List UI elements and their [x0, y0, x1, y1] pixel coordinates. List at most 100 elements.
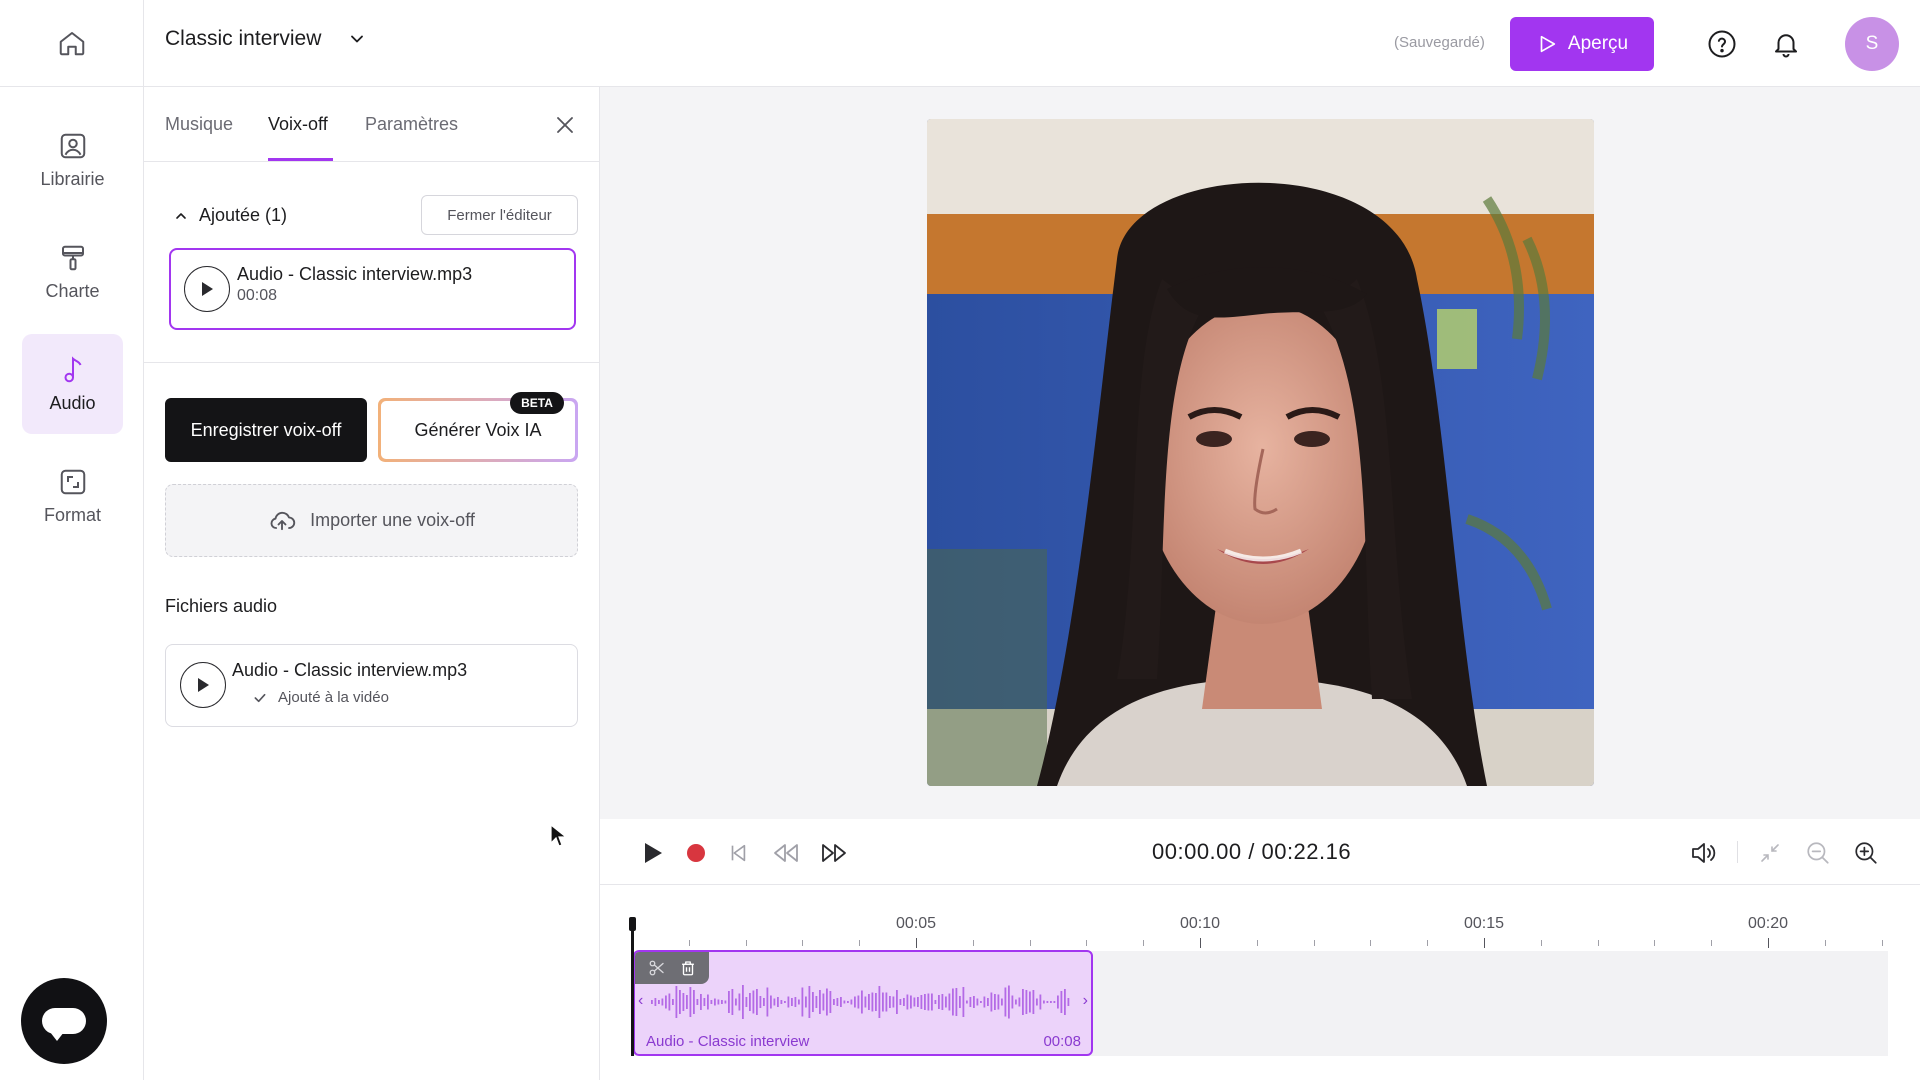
- audio-waveform: [651, 985, 1070, 1019]
- tab-voix-off[interactable]: Voix-off: [268, 114, 328, 135]
- waveform-bar: [714, 998, 716, 1006]
- waveform-bar: [836, 998, 839, 1006]
- waveform-bar: [815, 996, 818, 1008]
- help-button[interactable]: [1702, 24, 1742, 64]
- import-voiceover-dropzone[interactable]: Importer une voix-off: [165, 484, 578, 557]
- waveform-bar: [1057, 995, 1059, 1009]
- waveform-bar: [822, 993, 825, 1011]
- waveform-bar: [759, 996, 762, 1008]
- volume-icon: [1692, 843, 1716, 863]
- beta-badge: BETA: [510, 392, 564, 414]
- image-library-icon: [60, 133, 85, 158]
- tab-musique[interactable]: Musique: [165, 114, 233, 135]
- rail-item-librairie[interactable]: Librairie: [22, 110, 123, 210]
- import-voiceover-label: Importer une voix-off: [310, 510, 475, 530]
- collapse-button[interactable]: [1756, 839, 1784, 867]
- waveform-bar: [808, 986, 811, 1018]
- volume-button[interactable]: [1690, 839, 1718, 867]
- waveform-bar: [973, 996, 975, 1008]
- waveform-bar: [731, 989, 734, 1015]
- waveform-bar: [868, 994, 870, 1010]
- waveform-bar: [721, 1000, 723, 1004]
- close-editor-button[interactable]: Fermer l'éditeur: [421, 195, 578, 235]
- audio-file-item[interactable]: Audio - Classic interview.mp3 Ajouté à l…: [165, 644, 578, 727]
- tick-label: 00:20: [1747, 915, 1789, 932]
- zoom-out-button[interactable]: [1804, 839, 1832, 867]
- clip-trim-right-handle[interactable]: ›: [1083, 992, 1088, 1010]
- record-voiceover-button[interactable]: Enregistrer voix-off: [165, 398, 367, 462]
- rail-item-format[interactable]: Format: [22, 446, 123, 546]
- play-outline-icon: [1540, 35, 1556, 53]
- ruler-tick: [1143, 940, 1144, 946]
- waveform-bar: [878, 986, 881, 1018]
- clip-trim-left-handle[interactable]: ‹: [638, 992, 643, 1010]
- section-divider: [144, 362, 600, 363]
- waveform-bar: [749, 993, 751, 1011]
- ruler-tick: [1541, 940, 1542, 946]
- split-clip-button[interactable]: [644, 955, 670, 981]
- waveform-bar: [934, 1000, 937, 1004]
- added-section-toggle[interactable]: Ajoutée (1): [173, 205, 287, 226]
- delete-clip-button[interactable]: [675, 955, 701, 981]
- ruler-tick: [1598, 940, 1599, 946]
- cloud-upload-icon: [270, 511, 296, 530]
- waveform-bar: [927, 993, 930, 1011]
- waveform-bar: [668, 993, 671, 1011]
- waveform-bar: [717, 999, 720, 1005]
- close-panel-button[interactable]: [549, 109, 581, 141]
- record-button[interactable]: [682, 839, 710, 867]
- play-audio-button[interactable]: [180, 662, 226, 708]
- rail-item-charte[interactable]: Charte: [22, 222, 123, 322]
- waveform-bar: [696, 999, 699, 1005]
- clip-name: Audio - Classic interview: [646, 1033, 810, 1050]
- tab-parametres[interactable]: Paramètres: [365, 114, 458, 135]
- waveform-bar: [941, 994, 944, 1010]
- ruler-tick: [1484, 938, 1485, 948]
- added-audio-card[interactable]: Audio - Classic interview.mp3 00:08: [169, 248, 576, 330]
- waveform-bar: [1022, 989, 1024, 1015]
- support-chat-button[interactable]: [21, 978, 107, 1064]
- waveform-bar: [735, 998, 737, 1006]
- waveform-bar: [756, 989, 758, 1015]
- playhead[interactable]: [631, 917, 634, 1056]
- audio-file-status: Ajouté à la vidéo: [278, 689, 389, 706]
- zoom-in-button[interactable]: [1852, 839, 1880, 867]
- waveform-bar: [1064, 989, 1066, 1015]
- paint-roller-icon: [61, 245, 84, 270]
- project-selector[interactable]: Classic interview: [165, 27, 367, 51]
- waveform-bar: [1067, 998, 1070, 1006]
- aspect-ratio-icon: [60, 469, 85, 494]
- time-ruler[interactable]: 00:05 00:10 00:15 00:20: [632, 885, 1888, 950]
- waveform-bar: [952, 988, 954, 1016]
- skip-to-start-button[interactable]: [724, 839, 752, 867]
- waveform-bar: [710, 1000, 713, 1004]
- waveform-bar: [689, 987, 692, 1017]
- chat-icon: [42, 1008, 86, 1041]
- rewind-button[interactable]: [772, 839, 800, 867]
- waveform-bar: [728, 991, 730, 1013]
- waveform-bar: [990, 992, 993, 1012]
- rail-item-audio[interactable]: Audio: [22, 334, 123, 434]
- chevron-down-icon: [351, 35, 364, 43]
- avatar[interactable]: S: [1845, 17, 1899, 71]
- waveform-bar: [798, 999, 800, 1005]
- waveform-bar: [889, 996, 891, 1008]
- waveform-bar: [791, 998, 793, 1006]
- notifications-button[interactable]: [1766, 24, 1806, 64]
- waveform-bar: [871, 992, 874, 1012]
- waveform-bar: [833, 999, 835, 1005]
- preview-button[interactable]: Aperçu: [1510, 17, 1654, 71]
- waveform-bar: [1025, 990, 1028, 1014]
- ruler-tick: [1086, 940, 1087, 946]
- video-frame-image: [927, 119, 1594, 786]
- waveform-bar: [784, 1001, 786, 1003]
- waveform-bar: [1053, 1001, 1056, 1003]
- home-button[interactable]: [0, 0, 144, 87]
- audio-clip[interactable]: ‹ › Audio - Classic interview 00:08: [633, 950, 1093, 1056]
- play-audio-button[interactable]: [184, 266, 230, 312]
- video-preview[interactable]: [927, 119, 1594, 786]
- fast-forward-button[interactable]: [820, 839, 848, 867]
- ruler-tick: [1370, 940, 1371, 946]
- playhead-handle[interactable]: [629, 917, 636, 931]
- play-button[interactable]: [639, 839, 667, 867]
